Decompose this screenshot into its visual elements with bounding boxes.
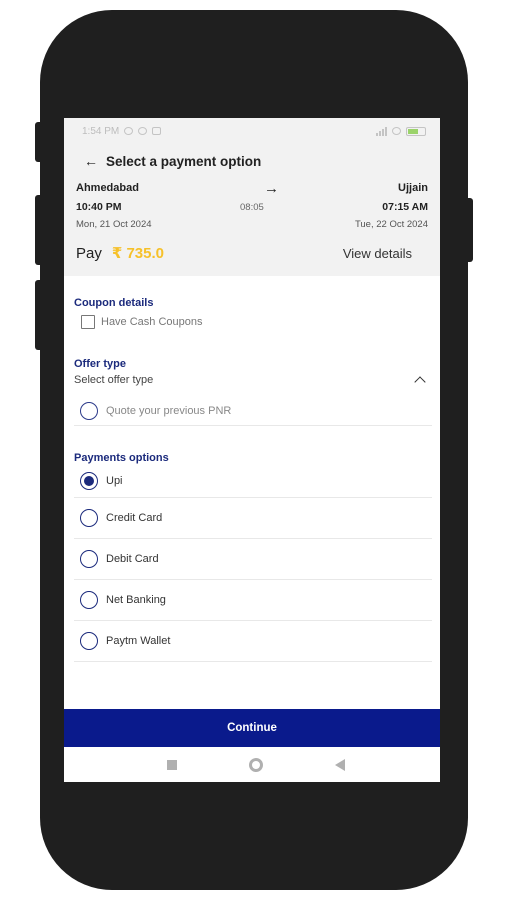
credit-card-radio[interactable] — [80, 509, 98, 527]
arrow-left-icon[interactable]: ← — [84, 153, 100, 169]
departure-date: Mon, 21 Oct 2024 — [76, 218, 152, 230]
booking-summary-header: ← Select a payment option Ahmedabad → Uj… — [64, 144, 440, 276]
status-bar: 1:54 PM — [64, 118, 440, 144]
payments-section-title: Payments options — [74, 452, 169, 464]
signal-icon — [376, 126, 387, 136]
cash-coupons-checkbox[interactable] — [81, 315, 95, 329]
continue-button[interactable]: Continue — [64, 709, 440, 747]
notification-icon — [124, 127, 134, 135]
route-row: Ahmedabad → Ujjain — [76, 178, 428, 198]
journey-duration: 08:05 — [240, 201, 264, 213]
payment-option-credit-card[interactable]: Credit Card — [74, 498, 432, 539]
from-city: Ahmedabad — [76, 182, 139, 194]
payment-option-label: Credit Card — [106, 512, 163, 524]
payment-option-net-banking[interactable]: Net Banking — [74, 580, 432, 621]
payment-option-label: Upi — [106, 474, 123, 487]
wifi-icon — [392, 127, 401, 135]
time-row: 10:40 PM 08:05 07:15 AM — [76, 198, 428, 216]
recents-icon[interactable] — [167, 759, 177, 770]
net-banking-radio[interactable] — [80, 591, 98, 609]
status-right — [376, 126, 426, 136]
cash-coupons-label: Have Cash Coupons — [101, 316, 203, 328]
page-title: Select a payment option — [106, 153, 262, 169]
pay-amount: ₹ 735.0 — [111, 245, 165, 262]
pnr-radio[interactable] — [80, 401, 98, 420]
offer-option-pnr[interactable]: Quote your previous PNR — [74, 396, 432, 426]
pay-summary: Pay ₹ 735.0 — [76, 244, 165, 263]
payment-option-label: Net Banking — [106, 594, 166, 606]
arrival-date: Tue, 22 Oct 2024 — [354, 218, 428, 230]
title-row: ← Select a payment option — [76, 144, 428, 178]
back-triangle-icon[interactable] — [335, 758, 345, 771]
android-nav-bar — [64, 747, 440, 782]
offer-select-label: Select offer type — [74, 374, 154, 386]
payment-option-debit-card[interactable]: Debit Card — [74, 539, 432, 580]
to-city: Ujjain — [398, 182, 428, 194]
arrow-right-icon: → — [264, 179, 279, 197]
pay-row: Pay ₹ 735.0 View details — [76, 232, 428, 276]
payment-option-label: Paytm Wallet — [106, 635, 171, 647]
view-details-link[interactable]: View details — [343, 246, 412, 261]
arrival-time: 07:15 AM — [382, 201, 428, 213]
battery-icon — [406, 126, 426, 136]
departure-time: 10:40 PM — [76, 201, 122, 213]
home-icon[interactable] — [249, 757, 263, 772]
payment-option-paytm-wallet[interactable]: Paytm Wallet — [74, 621, 432, 662]
phone-screen: 1:54 PM ← Select a payment option Ahmeda… — [64, 118, 440, 782]
download-icon — [152, 127, 162, 135]
payment-option-upi[interactable]: Upi — [74, 464, 432, 498]
cash-coupons-option[interactable]: Have Cash Coupons — [81, 309, 432, 335]
chevron-up-icon[interactable] — [414, 376, 426, 388]
pay-label: Pay — [76, 244, 102, 262]
payment-option-label: Debit Card — [106, 553, 159, 565]
offer-section-title: Offer type — [74, 358, 126, 370]
upi-radio[interactable] — [80, 471, 98, 490]
alarm-icon — [138, 127, 148, 135]
status-left: 1:54 PM — [82, 125, 162, 137]
offer-type-select[interactable]: Select offer type — [74, 370, 432, 390]
pnr-option-label: Quote your previous PNR — [106, 404, 232, 417]
payment-form: Coupon details Have Cash Coupons Offer t… — [64, 297, 440, 662]
date-row: Mon, 21 Oct 2024 Tue, 22 Oct 2024 — [76, 216, 428, 232]
paytm-wallet-radio[interactable] — [80, 632, 98, 650]
debit-card-radio[interactable] — [80, 550, 98, 568]
payment-options-list: Upi Credit Card Debit Card Net Banking P… — [74, 464, 432, 662]
status-time: 1:54 PM — [82, 125, 120, 137]
coupon-section-title: Coupon details — [74, 297, 154, 309]
